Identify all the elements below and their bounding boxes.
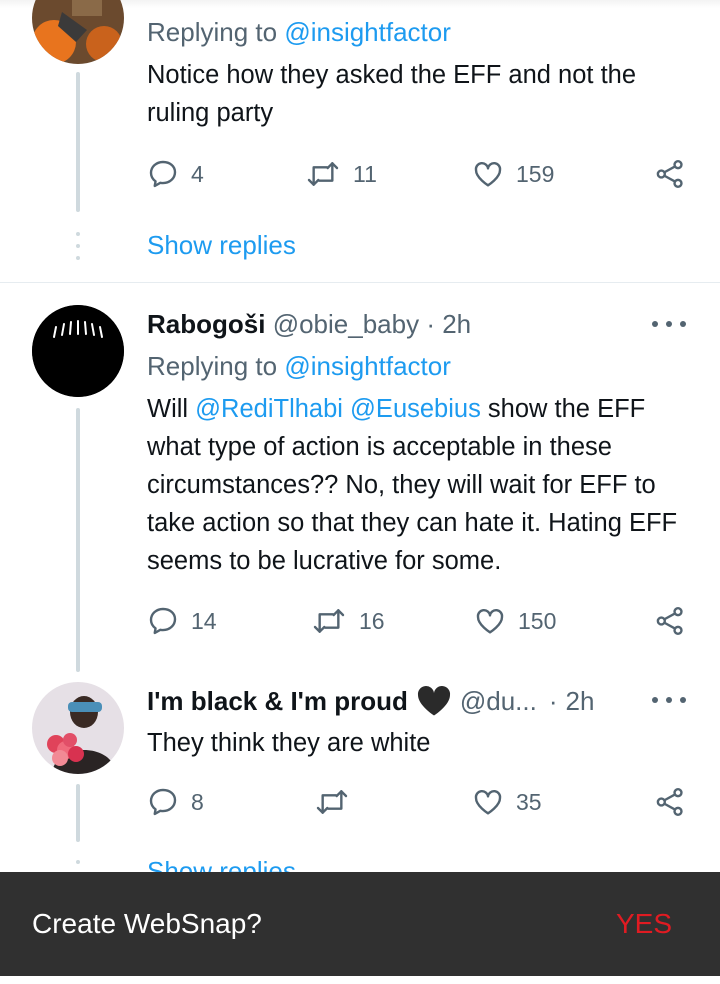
replying-to-handle[interactable]: @insightfactor [284, 17, 451, 47]
retweet-button[interactable]: 16 [311, 601, 385, 641]
timestamp[interactable]: 2h [442, 309, 471, 339]
user-handle[interactable]: @obie_baby [273, 309, 419, 339]
retweet-icon [313, 609, 345, 633]
mention-link[interactable]: @Eusebius [350, 395, 481, 423]
replying-to-label: Replying to [147, 17, 285, 47]
snackbar-yes-button[interactable]: YES [616, 908, 672, 940]
retweet-count: 11 [353, 160, 377, 187]
share-button[interactable] [654, 782, 686, 822]
like-button[interactable]: 150 [474, 601, 556, 641]
tweet-header: I'm black & I'm proud @du... · 2h [147, 685, 594, 717]
more-options-icon[interactable] [652, 695, 686, 705]
tweet-header: Rabogoši @obie_baby · 2h [147, 309, 471, 340]
separator-dot: · [426, 309, 435, 339]
tweet-text: They think they are white [147, 729, 431, 757]
share-button[interactable] [654, 154, 686, 194]
replying-to-label: Replying to [147, 351, 285, 381]
mention-link[interactable]: @RediTlhabi [195, 395, 343, 423]
retweet-icon [316, 790, 348, 814]
thread-line [76, 408, 80, 672]
reply-icon [149, 788, 177, 816]
avatar[interactable] [32, 0, 124, 64]
display-name[interactable]: Rabogoši [147, 309, 265, 339]
like-count: 150 [518, 607, 557, 634]
share-button[interactable] [654, 601, 686, 641]
thread-dots [76, 232, 80, 268]
websnap-snackbar: Create WebSnap? YES [0, 872, 720, 976]
separator-dot: · [548, 685, 558, 716]
like-count: 159 [516, 160, 555, 187]
tweet-text: Notice how they asked the EFF and not th… [147, 61, 637, 127]
thread-line [76, 784, 80, 842]
heart-icon [474, 162, 502, 187]
heart-icon [476, 609, 504, 634]
reply-icon [149, 160, 177, 188]
retweet-icon [307, 162, 339, 186]
user-handle[interactable]: @du... [460, 686, 537, 717]
black-heart-emoji [417, 686, 450, 716]
tweet-text: Will @RediTlhabi @Eusebius show the EFF … [147, 390, 702, 580]
timestamp[interactable]: 2h [566, 686, 595, 717]
avatar-image [32, 305, 124, 397]
share-icon [656, 788, 683, 816]
share-icon [656, 607, 683, 635]
show-replies-link[interactable]: Show replies [147, 230, 296, 261]
heart-icon [474, 790, 502, 815]
like-button[interactable]: 35 [472, 782, 542, 822]
reply-button[interactable]: 8 [147, 782, 204, 822]
tweet-text-start: Will [147, 395, 196, 423]
divider [0, 282, 720, 283]
replying-to: Replying to @insightfactor [147, 17, 451, 48]
reply-button[interactable]: 14 [147, 601, 217, 641]
replying-to-handle[interactable]: @insightfactor [284, 351, 451, 381]
retweet-count: 16 [359, 607, 385, 634]
reply-count: 4 [191, 160, 204, 187]
thread-dots [76, 860, 80, 872]
avatar[interactable] [32, 305, 124, 397]
thread-line [76, 72, 80, 212]
tweet-text-space [343, 395, 350, 423]
reply-count: 8 [191, 788, 204, 815]
like-button[interactable]: 159 [472, 154, 554, 194]
retweet-button[interactable] [314, 782, 362, 822]
share-icon [656, 160, 683, 188]
snackbar-message: Create WebSnap? [32, 908, 262, 939]
bottom-strip [0, 976, 720, 984]
more-options-icon[interactable] [652, 319, 686, 329]
retweet-button[interactable]: 11 [305, 154, 377, 194]
reply-icon [149, 607, 177, 635]
reply-count: 14 [191, 607, 217, 634]
like-count: 35 [516, 788, 542, 815]
avatar-image [32, 682, 124, 774]
avatar-image [32, 0, 124, 64]
reply-button[interactable]: 4 [147, 154, 204, 194]
avatar[interactable] [32, 682, 124, 774]
replying-to: Replying to @insightfactor [147, 351, 451, 382]
display-name[interactable]: I'm black & I'm proud [147, 686, 408, 717]
